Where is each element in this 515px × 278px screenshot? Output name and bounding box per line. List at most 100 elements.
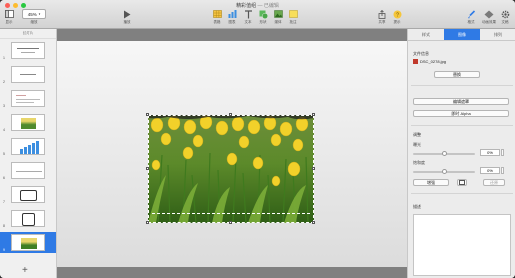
file-name-row: DSC_0278.jpg bbox=[413, 59, 446, 64]
zoom-select[interactable]: 45% ▾ bbox=[22, 9, 46, 19]
animate-button[interactable]: 动画效果 bbox=[482, 9, 496, 25]
comment-icon bbox=[288, 9, 298, 19]
slide-thumbnail[interactable]: 1 bbox=[0, 40, 56, 61]
media-label: 媒体 bbox=[274, 20, 282, 24]
tab-style[interactable]: 样式 bbox=[408, 29, 444, 40]
table-icon bbox=[212, 9, 222, 19]
share-icon bbox=[377, 9, 387, 19]
slide-number: 9 bbox=[3, 248, 5, 252]
saturation-slider-knob[interactable] bbox=[442, 169, 447, 174]
slide-thumbnail[interactable]: 8 bbox=[0, 208, 56, 229]
slide[interactable] bbox=[57, 41, 407, 267]
slide-preview bbox=[11, 90, 45, 107]
shape-icon bbox=[258, 9, 268, 19]
zoom-control[interactable]: 45% ▾ 缩放 bbox=[22, 9, 46, 25]
adjust-image-button[interactable] bbox=[457, 179, 467, 186]
play-button[interactable]: 播放 bbox=[122, 9, 132, 25]
insert-media-button[interactable]: 媒体 bbox=[273, 9, 283, 25]
resize-handle[interactable] bbox=[146, 167, 149, 170]
play-label: 播放 bbox=[123, 20, 131, 24]
slide-preview bbox=[11, 162, 45, 179]
tab-arrange[interactable]: 排列 bbox=[480, 29, 515, 40]
slide-thumbnail[interactable]: 5 bbox=[0, 136, 56, 157]
slide-thumbnail[interactable]: 4 bbox=[0, 112, 56, 133]
chart-label: 图表 bbox=[228, 20, 236, 24]
slide-preview bbox=[11, 186, 45, 203]
tab-image[interactable]: 图像 bbox=[444, 29, 480, 40]
divider bbox=[411, 193, 513, 194]
slide-number: 2 bbox=[3, 80, 5, 84]
description-textarea[interactable] bbox=[413, 214, 511, 276]
insert-shape-button[interactable]: 形状 bbox=[258, 9, 268, 25]
toolbar: 精彩值组 — 已编辑 显示 45% ▾ 缩放 播放 表格 图表 文本 形状 媒体… bbox=[0, 0, 515, 29]
keynote-window: 精彩值组 — 已编辑 显示 45% ▾ 缩放 播放 表格 图表 文本 形状 媒体… bbox=[0, 0, 515, 278]
edit-mask-button[interactable]: 编辑遮罩 bbox=[413, 98, 509, 105]
document-label: 文稿 bbox=[501, 20, 509, 24]
exposure-slider-knob[interactable] bbox=[442, 151, 447, 156]
shape-label: 形状 bbox=[259, 20, 267, 24]
view-label: 显示 bbox=[5, 20, 13, 24]
document-button[interactable]: 文稿 bbox=[500, 9, 510, 25]
zoom-value: 45% bbox=[27, 11, 37, 17]
exposure-label: 曝光 bbox=[413, 142, 421, 147]
slide-thumbnail[interactable]: 6 bbox=[0, 160, 56, 181]
enhance-button[interactable]: 增强 bbox=[413, 179, 449, 186]
insert-comment-button[interactable]: 批注 bbox=[288, 9, 298, 25]
slide-number: 6 bbox=[3, 176, 5, 180]
table-label: 表格 bbox=[213, 20, 221, 24]
slide-preview bbox=[11, 66, 45, 83]
slide-thumbnail-selected[interactable]: 9 bbox=[0, 232, 56, 253]
resize-handle[interactable] bbox=[229, 113, 232, 116]
divider bbox=[411, 125, 513, 126]
replace-button[interactable]: 替换 bbox=[434, 71, 480, 78]
instant-alpha-button[interactable]: 即时 Alpha bbox=[413, 110, 509, 117]
resize-handle[interactable] bbox=[229, 221, 232, 224]
insert-table-button[interactable]: 表格 bbox=[212, 9, 222, 25]
exposure-field[interactable]: 0% bbox=[480, 149, 500, 156]
insert-text-button[interactable]: 文本 bbox=[243, 9, 253, 25]
text-label: 文本 bbox=[244, 20, 252, 24]
resize-handle[interactable] bbox=[312, 221, 315, 224]
image-selection-frame bbox=[148, 115, 314, 223]
gear-icon bbox=[500, 9, 510, 19]
description-heading: 描述 bbox=[413, 204, 421, 209]
view-icon bbox=[4, 9, 14, 19]
resize-handle[interactable] bbox=[312, 167, 315, 170]
slide-number: 1 bbox=[3, 56, 5, 60]
slide-preview bbox=[11, 138, 45, 155]
mask-edge bbox=[152, 213, 310, 215]
saturation-field[interactable]: 0% bbox=[480, 167, 500, 174]
slide-thumbnail[interactable]: 7 bbox=[0, 184, 56, 205]
slide-number: 5 bbox=[3, 152, 5, 156]
divider bbox=[411, 85, 513, 86]
slide-thumbnail[interactable]: 3 bbox=[0, 88, 56, 109]
chevron-down-icon: ▾ bbox=[38, 12, 41, 16]
add-slide-button[interactable]: + bbox=[22, 266, 28, 276]
zoom-label: 缩放 bbox=[30, 20, 38, 24]
file-info-heading: 文件信息 bbox=[413, 51, 429, 56]
reset-button[interactable]: 还原 bbox=[483, 179, 505, 186]
resize-handle[interactable] bbox=[146, 113, 149, 116]
share-label: 共享 bbox=[378, 20, 386, 24]
tips-button[interactable]: ? 提示 bbox=[392, 9, 402, 25]
slide-thumbnail[interactable]: 2 bbox=[0, 64, 56, 85]
format-button[interactable]: 格式 bbox=[466, 9, 476, 25]
resize-handle[interactable] bbox=[312, 113, 315, 116]
slide-navigator: 幻灯片 1 2 3 4 5 6 7 8 9 + bbox=[0, 29, 57, 278]
slide-canvas bbox=[57, 29, 407, 278]
window-title: 精彩值组 — 已编辑 bbox=[0, 2, 515, 9]
saturation-label: 饱和度 bbox=[413, 160, 425, 165]
saturation-stepper[interactable] bbox=[501, 167, 504, 174]
text-icon bbox=[243, 9, 253, 19]
insert-chart-button[interactable]: 图表 bbox=[227, 9, 237, 25]
exposure-stepper[interactable] bbox=[501, 149, 504, 156]
image-file-icon bbox=[413, 59, 418, 64]
resize-handle[interactable] bbox=[146, 221, 149, 224]
view-button[interactable]: 显示 bbox=[4, 9, 14, 25]
lightbulb-icon: ? bbox=[392, 9, 402, 19]
navigator-header: 幻灯片 bbox=[0, 29, 56, 39]
slide-preview bbox=[11, 234, 45, 251]
media-icon bbox=[273, 9, 283, 19]
share-button[interactable]: 共享 bbox=[377, 9, 387, 25]
file-name: DSC_0278.jpg bbox=[420, 59, 447, 64]
